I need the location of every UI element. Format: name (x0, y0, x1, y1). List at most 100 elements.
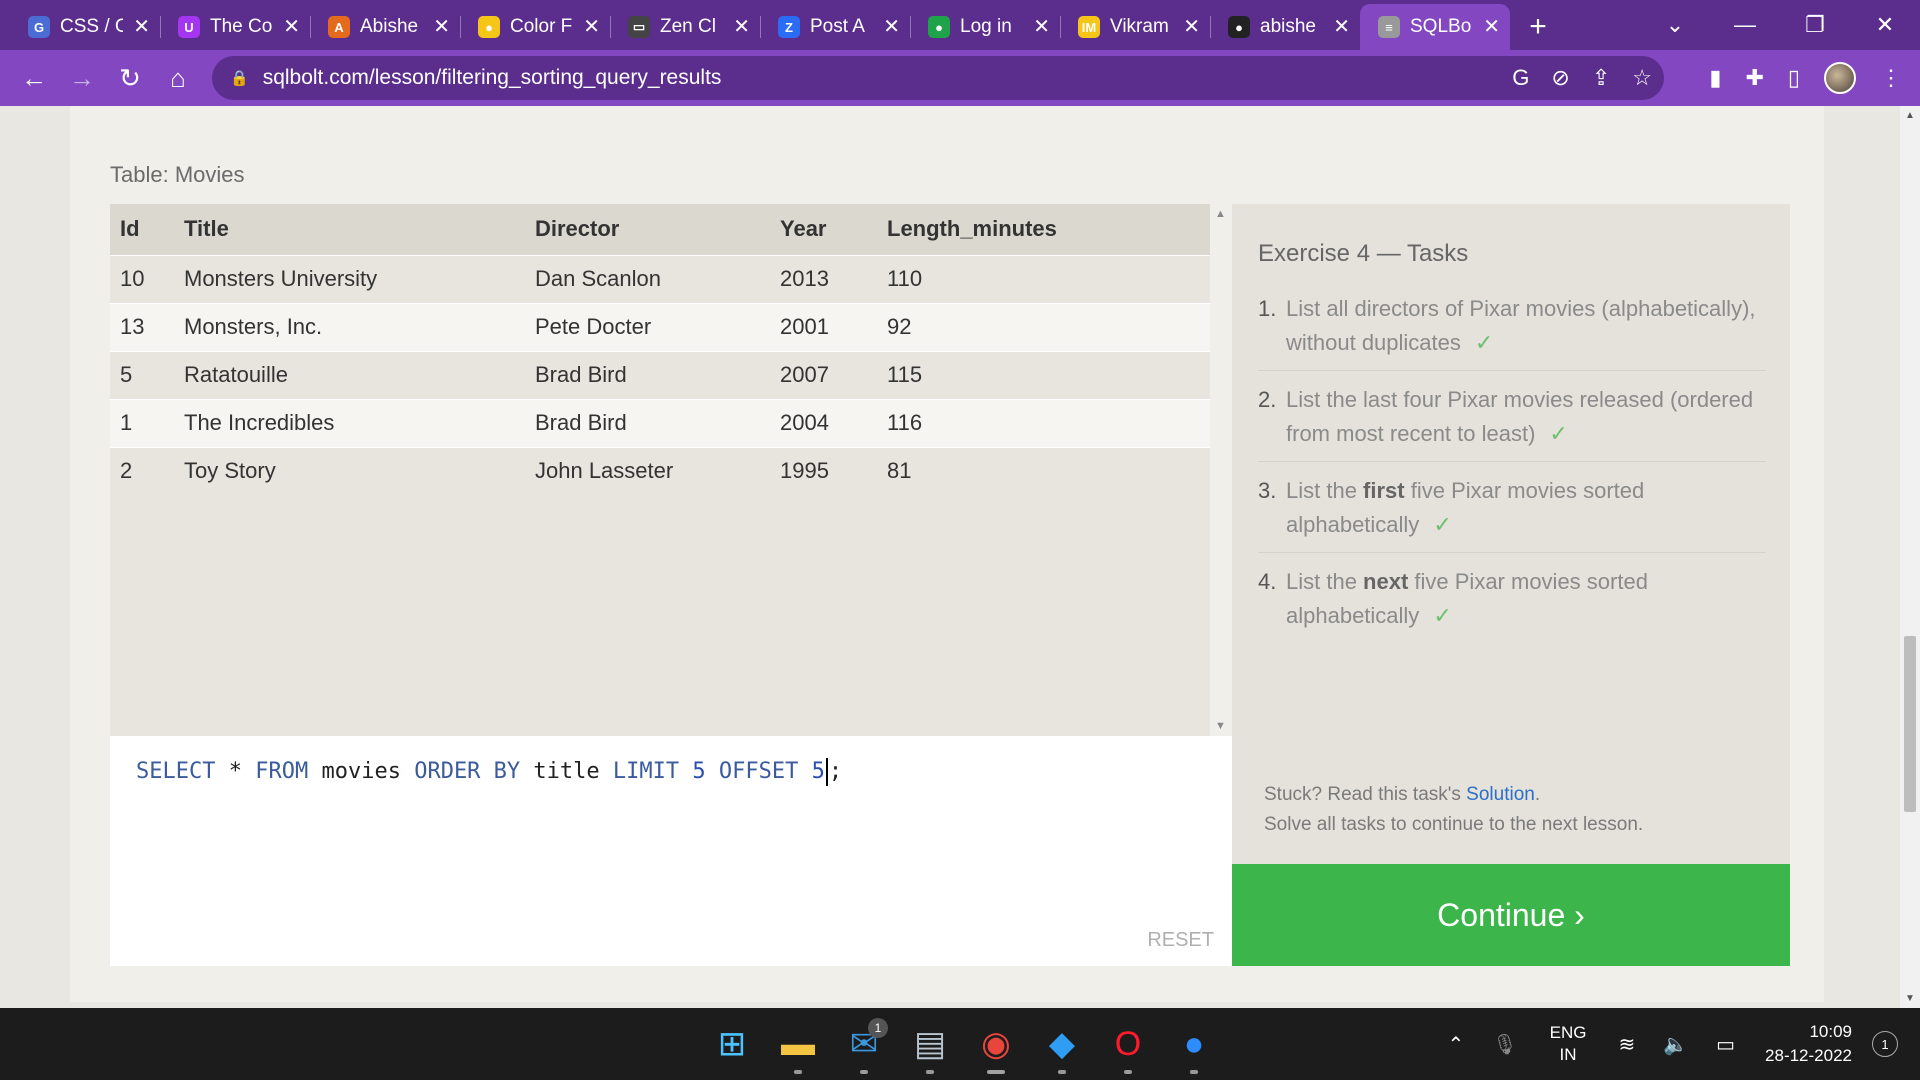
close-tab-icon[interactable]: ✕ (1483, 17, 1500, 37)
language-secondary: IN (1559, 1045, 1577, 1064)
browser-tab[interactable]: U The Co ✕ (160, 4, 310, 50)
bookmark-star-icon[interactable]: ☆ (1632, 65, 1652, 91)
scroll-up-arrow-icon[interactable]: ▲ (1215, 208, 1226, 220)
table-cell: Brad Bird (525, 398, 770, 447)
browser-tab[interactable]: ≡ SQLBo ✕ (1360, 4, 1510, 50)
close-tab-icon[interactable]: ✕ (283, 17, 300, 37)
tab-title: abishe (1260, 16, 1316, 37)
table-cell: 13 (110, 302, 174, 351)
lesson-page: Table: Movies Id Title Director Year Length_… (70, 106, 1824, 1002)
share-icon[interactable]: ⇪ (1592, 65, 1610, 91)
browser-tab[interactable]: A Abishe ✕ (310, 4, 460, 50)
solve-hint: Solve all tasks to continue to the next … (1264, 814, 1644, 835)
sql-terminator: ; (828, 759, 843, 784)
tab-search-icon[interactable]: ⌄ (1640, 0, 1710, 50)
browser-tab[interactable]: G CSS / C ✕ (10, 4, 160, 50)
table-cell: 115 (877, 350, 1210, 399)
table-cell: 1 (110, 398, 174, 447)
close-tab-icon[interactable]: ✕ (733, 17, 750, 37)
eye-off-icon[interactable]: ⊘ (1551, 65, 1569, 91)
extension-icon[interactable]: ▮ (1709, 65, 1721, 91)
task-text-emphasis: next (1363, 569, 1409, 594)
back-button[interactable]: ← (10, 54, 58, 102)
menu-kebab-icon[interactable]: ⋮ (1880, 65, 1902, 91)
zoho-z-icon: Z (778, 16, 800, 38)
browser-tab[interactable]: ● Color F ✕ (460, 4, 610, 50)
home-button[interactable]: ⌂ (154, 54, 202, 102)
table-row: 10 Monsters University Dan Scanlon 2013 110 (110, 254, 1210, 303)
zoom-icon[interactable]: ● (1166, 1008, 1222, 1080)
clock[interactable]: 10:09 28-12-2022 (1765, 1020, 1852, 1068)
notification-badge[interactable]: 1 (1872, 1031, 1898, 1057)
close-window-button[interactable]: ✕ (1850, 0, 1920, 50)
browser-tab[interactable]: IM Vikram ✕ (1060, 4, 1210, 50)
chevron-up-icon[interactable]: ⌃ (1447, 1032, 1464, 1057)
puzzle-icon[interactable]: ✚ (1745, 65, 1763, 91)
close-tab-icon[interactable]: ✕ (1033, 17, 1050, 37)
sql-column-name: title (533, 759, 600, 784)
mail-icon[interactable]: ✉ 1 (836, 1008, 892, 1080)
solution-link[interactable]: Solution (1466, 784, 1535, 805)
table-cell: 2001 (770, 302, 877, 351)
reset-button[interactable]: RESET (1147, 929, 1214, 952)
close-tab-icon[interactable]: ✕ (883, 17, 900, 37)
language-indicator[interactable]: ENG IN (1550, 1022, 1587, 1066)
table-cell: Dan Scanlon (525, 254, 770, 303)
extension-icons: ▮ ✚ ▯ ⋮ (1709, 50, 1902, 106)
microphone-icon[interactable]: 🎙 (1492, 1032, 1517, 1057)
keyboard-app-icon[interactable]: ▤ (902, 1008, 958, 1080)
sql-keyword: ORDER BY (414, 759, 521, 784)
close-tab-icon[interactable]: ✕ (133, 17, 150, 37)
close-tab-icon[interactable]: ✕ (1183, 17, 1200, 37)
restore-button[interactable]: ❐ (1780, 0, 1850, 50)
running-indicator (926, 1070, 934, 1074)
browser-tab[interactable]: ● Log in ✕ (910, 4, 1060, 50)
sql-star: * (228, 759, 242, 784)
continue-button[interactable]: Continue › (1232, 864, 1790, 966)
table-cell: 1995 (770, 446, 877, 495)
table-cell: Pete Docter (525, 302, 770, 351)
sql-query[interactable]: SELECT * FROM movies ORDER BY title LIMI… (136, 758, 842, 786)
reload-button[interactable]: ↻ (106, 54, 154, 102)
volume-icon[interactable]: 🔈 (1663, 1032, 1688, 1057)
opera-icon[interactable]: O (1100, 1008, 1156, 1080)
side-panel-icon[interactable]: ▯ (1788, 65, 1800, 91)
page-scrollbar[interactable]: ▲ ▼ (1900, 106, 1920, 1008)
close-tab-icon[interactable]: ✕ (1333, 17, 1350, 37)
scroll-up-arrow-icon[interactable]: ▲ (1905, 110, 1915, 121)
tab-title: Vikram (1110, 16, 1169, 37)
browser-tab[interactable]: ▭ Zen Cl ✕ (610, 4, 760, 50)
udemy-icon: U (178, 16, 200, 38)
close-tab-icon[interactable]: ✕ (433, 17, 450, 37)
google-icon[interactable]: G (1512, 65, 1529, 91)
tab-title: The Co (210, 16, 273, 37)
file-explorer-icon[interactable]: ▬ (770, 1008, 826, 1080)
omnibox-icons: G ⊘ ⇪ ☆ (1512, 56, 1652, 100)
table-cell: Toy Story (174, 446, 525, 495)
scrollbar-thumb[interactable] (1904, 636, 1916, 812)
table-row: 1 The Incredibles Brad Bird 2004 116 (110, 398, 1210, 447)
windows-taskbar: ⊞ ▬ ✉ 1 ▤ ◉ ◆ O ● ⌃ 🎙 ENG IN ≋ 🔈 ▭ 10:09 28-12-2… (0, 1008, 1920, 1080)
vscode-icon[interactable]: ◆ (1034, 1008, 1090, 1080)
windows-start-icon[interactable]: ⊞ (704, 1008, 760, 1080)
lock-icon[interactable]: 🔒 (230, 69, 249, 87)
new-tab-button[interactable]: + (1510, 4, 1566, 50)
tab-strip: G CSS / C ✕ U The Co ✕ A Abishe ✕ ● Color F ✕ ▭ Zen C… (0, 0, 1920, 50)
wifi-icon[interactable]: ≋ (1618, 1032, 1635, 1057)
browser-tab[interactable]: ● abishe ✕ (1210, 4, 1360, 50)
browser-tab[interactable]: Z Post A ✕ (760, 4, 910, 50)
address-bar[interactable]: 🔒 sqlbolt.com/lesson/filtering_sorting_q… (212, 56, 1664, 100)
close-tab-icon[interactable]: ✕ (583, 17, 600, 37)
taskbar-apps: ⊞ ▬ ✉ 1 ▤ ◉ ◆ O ● (704, 1008, 1222, 1080)
task-text-part: List the last four Pixar movies released… (1286, 387, 1754, 446)
profile-avatar[interactable] (1824, 62, 1856, 94)
scroll-down-arrow-icon[interactable]: ▼ (1905, 993, 1915, 1004)
battery-icon[interactable]: ▭ (1716, 1032, 1735, 1057)
sql-editor[interactable]: SELECT * FROM movies ORDER BY title LIMI… (110, 736, 1232, 966)
forward-button[interactable]: → (58, 54, 106, 102)
scroll-down-arrow-icon[interactable]: ▼ (1215, 720, 1226, 732)
task-list: 1. List all directors of Pixar movies (al… (1258, 286, 1766, 649)
chrome-icon[interactable]: ◉ (968, 1008, 1024, 1080)
results-scrollbar[interactable]: ▲ ▼ (1210, 204, 1232, 736)
minimize-button[interactable]: — (1710, 0, 1780, 50)
